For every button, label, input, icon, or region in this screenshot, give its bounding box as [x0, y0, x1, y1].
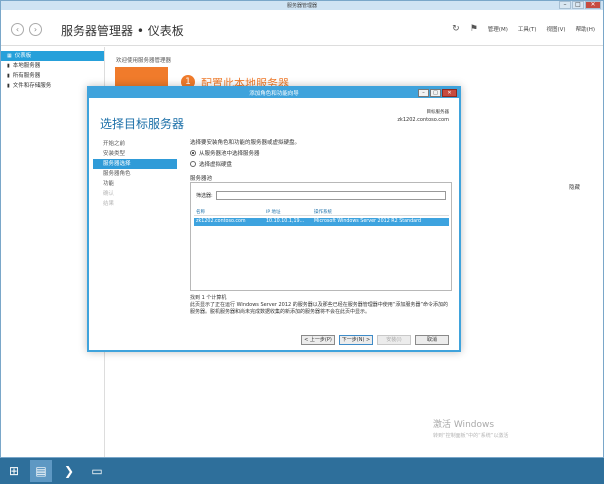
hide-link[interactable]: 隐藏: [569, 183, 580, 191]
menu-help[interactable]: 帮助(H): [576, 25, 595, 33]
close-button[interactable]: ✕: [585, 1, 601, 9]
sidebar-item-all-servers[interactable]: ▮ 所有服务器: [1, 71, 104, 81]
wizard-heading: 选择目标服务器: [100, 117, 185, 131]
notifications-flag-icon[interactable]: ⚑: [470, 24, 478, 34]
column-header-ip[interactable]: IP 地址: [266, 209, 280, 215]
server-pool-panel: 筛选器: 名称 IP 地址 操作系统 zk1202.contoso.com 10…: [190, 182, 452, 291]
server-manager-header: ‹ › 服务器管理器 • 仪表板 ↻ ⚑ 管理(M) 工具(T) 视图(V) 帮…: [1, 10, 603, 46]
option-server-pool-label: 从服务器池中选择服务器: [199, 151, 260, 157]
maximize-button[interactable]: □: [572, 1, 584, 9]
server-name-cell: zk1202.contoso.com: [196, 219, 246, 224]
sidebar-item-label: 文件和存储服务: [12, 83, 52, 89]
step-server-selection[interactable]: 服务器选择: [93, 159, 177, 169]
next-button[interactable]: 下一步(N) >: [339, 335, 373, 345]
server-list-note: 此页显示了正在运行 Windows Server 2012 的服务器以及那些已经…: [190, 302, 448, 315]
destination-server-label: 目标服务器: [426, 110, 450, 115]
step-features[interactable]: 功能: [93, 179, 177, 189]
server-ip-cell: 10.10.10.1,19...: [266, 219, 305, 224]
step-server-roles[interactable]: 服务器角色: [93, 169, 177, 179]
servers-icon: ▮: [7, 73, 10, 79]
forward-arrow-icon[interactable]: ›: [29, 23, 42, 36]
table-row[interactable]: zk1202.contoso.com 10.10.10.1,19... Micr…: [194, 218, 449, 226]
server-os-cell: Microsoft Windows Server 2012 R2 Standar…: [314, 219, 422, 224]
radio-virtual-disk[interactable]: [190, 161, 196, 167]
sidebar-item-label: 所有服务器: [12, 73, 41, 79]
wizard-description: 选择要安装角色和功能的服务器或虚拟硬盘。: [190, 140, 301, 146]
window-title: 服务器管理器: [286, 3, 317, 9]
option-virtual-disk-label: 选择虚拟硬盘: [199, 162, 233, 168]
filter-label: 筛选器:: [196, 193, 213, 199]
filter-row: 筛选器:: [196, 191, 446, 200]
step-before-you-begin[interactable]: 开始之前: [93, 139, 177, 149]
server-pool-label: 服务器池: [190, 176, 213, 182]
activation-watermark: 激活 Windows 转到“控制面板”中的“系统”以激活: [433, 417, 508, 439]
wizard-button-row: < 上一步(P) 下一步(N) > 安装(I) 取消: [301, 335, 449, 345]
refresh-icon[interactable]: ↻: [452, 24, 460, 34]
server-manager-taskbar-icon[interactable]: ▤: [30, 460, 52, 482]
start-button-icon[interactable]: ⊞: [3, 460, 25, 482]
sidebar-item-local-server[interactable]: ▮ 本地服务器: [1, 61, 104, 71]
install-button: 安装(I): [377, 335, 411, 345]
menu-manage[interactable]: 管理(M): [488, 25, 508, 33]
wizard-window-controls: – □ ✕: [418, 89, 457, 97]
wizard-titlebar[interactable]: 添加角色和功能向导 – □ ✕: [89, 88, 459, 98]
wizard-close-button[interactable]: ✕: [442, 89, 457, 97]
page-title: 服务器管理器 • 仪表板: [61, 24, 184, 38]
sidebar-item-label: 仪表板: [14, 53, 32, 59]
add-roles-wizard-dialog: 添加角色和功能向导 – □ ✕ 选择目标服务器 目标服务器 zk1202.con…: [87, 86, 461, 352]
destination-server-name: zk1202.contoso.com: [397, 117, 449, 123]
storage-icon: ▮: [7, 83, 10, 89]
wizard-steps-nav: 开始之前 安装类型 服务器选择 服务器角色 功能 确认 结果: [93, 139, 177, 209]
step-results: 结果: [103, 201, 115, 207]
sidebar-item-dashboard[interactable]: ▦ 仪表板: [1, 51, 104, 61]
menu-tools[interactable]: 工具(T): [518, 25, 537, 33]
header-menu-bar: ↻ ⚑ 管理(M) 工具(T) 视图(V) 帮助(H): [452, 24, 595, 34]
option-server-pool[interactable]: 从服务器池中选择服务器: [190, 149, 452, 157]
cancel-button[interactable]: 取消: [415, 335, 449, 345]
wizard-minimize-button[interactable]: –: [418, 89, 429, 97]
welcome-heading: 欢迎使用服务器管理器: [116, 58, 172, 64]
server-table-header: 名称 IP 地址 操作系统: [194, 207, 449, 216]
back-arrow-icon[interactable]: ‹: [11, 23, 24, 36]
step-installation-type[interactable]: 安装类型: [93, 149, 177, 159]
server-icon: ▮: [7, 63, 10, 69]
previous-button[interactable]: < 上一步(P): [301, 335, 335, 345]
radio-server-pool[interactable]: [190, 150, 196, 156]
wizard-title: 添加角色和功能向导: [249, 91, 299, 97]
activation-subtext: 转到“控制面板”中的“系统”以激活: [433, 433, 509, 439]
filter-input[interactable]: [215, 191, 446, 200]
activation-title: 激活 Windows: [433, 420, 495, 430]
found-count: 找到 1 个计算机: [190, 295, 227, 301]
column-header-os[interactable]: 操作系统: [314, 209, 332, 215]
minimize-button[interactable]: –: [559, 1, 571, 9]
wizard-content: 选择要安装角色和功能的服务器或虚拟硬盘。 从服务器池中选择服务器 选择虚拟硬盘 …: [190, 138, 452, 182]
powershell-taskbar-icon[interactable]: ❯: [58, 460, 80, 482]
option-virtual-disk[interactable]: 选择虚拟硬盘: [190, 160, 452, 168]
step-confirmation: 确认: [103, 191, 115, 197]
file-explorer-taskbar-icon[interactable]: ▭: [86, 460, 108, 482]
menu-view[interactable]: 视图(V): [547, 25, 566, 33]
wizard-maximize-button[interactable]: □: [430, 89, 441, 97]
sidebar-item-label: 本地服务器: [12, 63, 41, 69]
dashboard-icon: ▦: [7, 53, 12, 59]
window-titlebar[interactable]: 服务器管理器 – □ ✕: [1, 1, 603, 10]
destination-server-info: 目标服务器 zk1202.contoso.com: [397, 109, 449, 123]
window-controls: – □ ✕: [559, 1, 601, 9]
column-header-name[interactable]: 名称: [196, 209, 205, 215]
taskbar: ⊞ ▤ ❯ ▭: [0, 458, 604, 484]
